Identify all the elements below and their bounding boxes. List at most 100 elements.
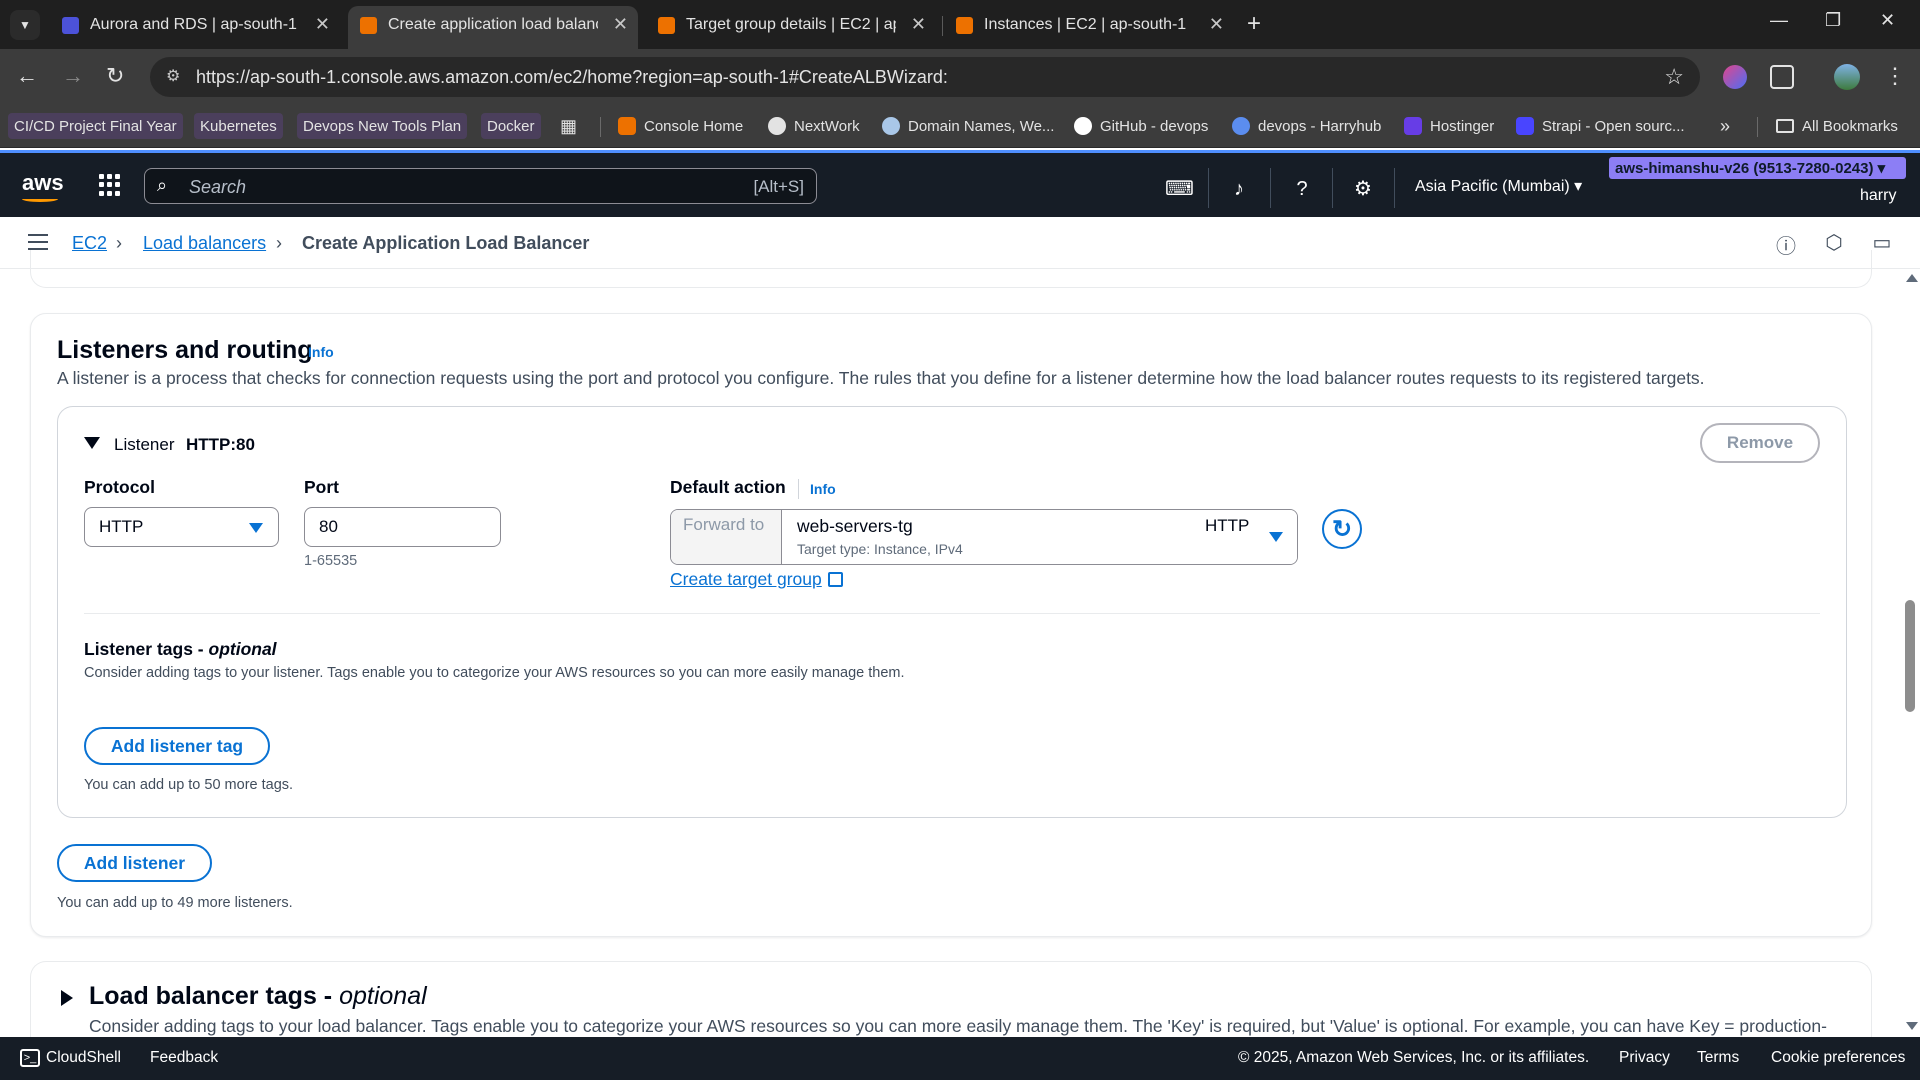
globe-icon: [768, 117, 786, 135]
close-window-icon[interactable]: ✕: [1880, 10, 1895, 31]
bookmark-label: devops - Harryhub: [1258, 117, 1382, 135]
url-text[interactable]: https://ap-south-1.console.aws.amazon.co…: [196, 67, 948, 88]
feedback-link[interactable]: Feedback: [150, 1049, 218, 1067]
collapse-caret-icon[interactable]: [84, 437, 100, 449]
listener-container: Listener HTTP:80 Remove Protocol HTTP Po…: [57, 406, 1847, 818]
bookmark-kubernetes[interactable]: Kubernetes: [194, 113, 283, 139]
scroll-thumb[interactable]: [1905, 600, 1915, 712]
default-action-label: Default action: [670, 477, 786, 497]
terms-link[interactable]: Terms: [1697, 1049, 1739, 1067]
lb-tags-title-text: Load balancer tags -: [89, 982, 333, 1010]
bookmark-nextwork[interactable]: NextWork: [768, 113, 860, 139]
forward-icon[interactable]: →: [62, 63, 84, 89]
hostinger-icon: [1404, 117, 1422, 135]
region-label: Asia Pacific (Mumbai): [1415, 178, 1570, 195]
folder-icon: [1776, 119, 1794, 133]
close-tab-icon[interactable]: ✕: [315, 14, 330, 35]
tab-search-chevron-icon[interactable]: ▼: [10, 10, 40, 40]
tab-instances[interactable]: Instances | EC2 | ap-south-1 ✕: [944, 6, 1234, 44]
port-input[interactable]: [304, 507, 501, 547]
target-group-select[interactable]: web-servers-tg Target type: Instance, IP…: [783, 510, 1297, 564]
tab-aurora-rds[interactable]: Aurora and RDS | ap-south-1 ✕: [50, 6, 340, 44]
bookmark-label: NextWork: [794, 117, 860, 135]
aws-logo[interactable]: aws: [22, 170, 64, 196]
aws-search-input[interactable]: ⌕ Search [Alt+S]: [144, 168, 817, 204]
site-settings-icon[interactable]: ⚙: [166, 66, 180, 86]
bookmark-devops-tools[interactable]: Devops New Tools Plan: [297, 113, 468, 139]
bookmark-hostinger[interactable]: Hostinger: [1404, 113, 1494, 139]
extensions-puzzle-icon[interactable]: [1770, 65, 1794, 89]
cloudshell-footer-icon[interactable]: >_: [20, 1049, 40, 1067]
screen-options-icon[interactable]: ▭: [1870, 230, 1894, 254]
bookmark-strapi[interactable]: Strapi - Open sourc...: [1516, 113, 1685, 139]
profile-avatar[interactable]: [1834, 64, 1860, 90]
bookmark-star-icon[interactable]: ☆: [1664, 64, 1684, 90]
create-target-group-link[interactable]: Create target group: [670, 569, 843, 590]
address-bar[interactable]: ⚙ https://ap-south-1.console.aws.amazon.…: [150, 57, 1700, 97]
region-selector[interactable]: Asia Pacific (Mumbai) ▾: [1415, 176, 1582, 196]
aws-logo-smile: [22, 196, 58, 202]
help-icon[interactable]: ?: [1289, 176, 1315, 202]
tab-create-alb[interactable]: Create application load balancer ✕: [348, 6, 638, 49]
cloudshell-icon[interactable]: ⌨: [1165, 176, 1194, 202]
bookmark-domain-names[interactable]: Domain Names, We...: [882, 113, 1054, 139]
ec2-icon: [956, 17, 973, 34]
extension-icon[interactable]: [1723, 65, 1747, 89]
section-divider: [84, 613, 1820, 614]
nav-divider: [1270, 168, 1271, 208]
rds-icon: [62, 17, 79, 34]
remove-listener-button[interactable]: Remove: [1700, 423, 1820, 463]
bookmark-cicd[interactable]: CI/CD Project Final Year: [8, 113, 183, 139]
refresh-target-groups-button[interactable]: ↻: [1322, 509, 1362, 549]
protocol-select[interactable]: HTTP: [84, 507, 279, 547]
bookmark-console-home[interactable]: Console Home: [618, 113, 743, 139]
tab-title: Target group details | EC2 | ap-south-1: [686, 16, 896, 33]
minimize-icon[interactable]: —: [1770, 10, 1788, 31]
restore-icon[interactable]: ❐: [1825, 10, 1841, 31]
add-listener-button[interactable]: Add listener: [57, 844, 212, 882]
browser-toolbar: ← → ↻ ⚙ https://ap-south-1.console.aws.a…: [0, 49, 1920, 105]
close-tab-icon[interactable]: ✕: [911, 14, 926, 35]
protocol-label: Protocol: [84, 477, 155, 497]
services-grid-icon[interactable]: [99, 174, 121, 196]
lb-tags-description: Consider adding tags to your load balanc…: [89, 1016, 1827, 1036]
new-tab-icon[interactable]: +: [1247, 10, 1261, 38]
close-tab-icon[interactable]: ✕: [613, 14, 628, 35]
tab-target-group[interactable]: Target group details | EC2 | ap-south-1 …: [646, 6, 936, 44]
forward-to-target-group: Forward to web-servers-tg Target type: I…: [670, 509, 1298, 565]
bookmark-separator: [600, 117, 601, 137]
tab-title: Create application load balancer: [388, 16, 598, 33]
account-badge[interactable]: aws-himanshu-v26 (9513-7280-0243) ▾: [1609, 157, 1906, 179]
reload-icon[interactable]: ↻: [106, 63, 124, 89]
cloudshell-link[interactable]: CloudShell: [46, 1049, 121, 1067]
scroll-down-arrow-icon[interactable]: [1906, 1022, 1918, 1030]
bookmark-label: GitHub - devops: [1100, 117, 1209, 135]
add-listener-tag-button[interactable]: Add listener tag: [84, 727, 270, 765]
privacy-link[interactable]: Privacy: [1619, 1049, 1670, 1067]
apps-grid-icon[interactable]: ▦: [560, 113, 577, 139]
bookmark-github-devops[interactable]: GitHub - devops: [1074, 113, 1208, 139]
browser-menu-icon[interactable]: ⋮: [1884, 63, 1906, 89]
notifications-bell-icon[interactable]: ♪: [1226, 176, 1252, 202]
info-separator: [798, 479, 799, 499]
more-bookmarks-icon[interactable]: »: [1720, 113, 1730, 139]
cookie-preferences-link[interactable]: Cookie preferences: [1771, 1049, 1905, 1067]
tab-separator: [942, 16, 943, 36]
nav-divider: [1394, 168, 1395, 208]
username[interactable]: harry: [1860, 187, 1896, 205]
search-shortcut: [Alt+S]: [753, 177, 804, 196]
listeners-info-link[interactable]: Info: [308, 344, 334, 360]
all-bookmarks[interactable]: All Bookmarks: [1776, 113, 1898, 139]
external-link-icon: [827, 572, 843, 587]
default-action-info-link[interactable]: Info: [810, 481, 836, 497]
settings-gear-icon[interactable]: ⚙: [1350, 176, 1376, 202]
bookmark-harryhub[interactable]: devops - Harryhub: [1232, 113, 1381, 139]
scroll-up-arrow-icon[interactable]: [1906, 274, 1918, 282]
close-tab-icon[interactable]: ✕: [1209, 14, 1224, 35]
bookmark-docker[interactable]: Docker: [481, 113, 541, 139]
back-icon[interactable]: ←: [16, 63, 38, 89]
lb-tags-title[interactable]: Load balancer tags - optional: [89, 982, 427, 1011]
bookmark-label: Domain Names, We...: [908, 117, 1055, 135]
expand-caret-icon[interactable]: [61, 990, 73, 1006]
side-nav-menu-icon[interactable]: [28, 234, 48, 250]
